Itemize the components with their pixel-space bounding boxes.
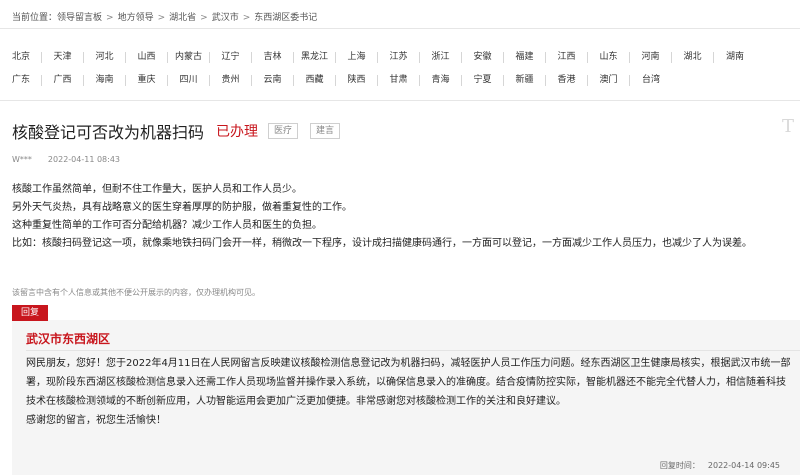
message-paragraph: 核酸工作虽然简单，但耐不住工作量大，医护人员和工作人员少。 <box>12 184 302 195</box>
reply-body: 网民朋友，您好！您于2022年4月11日在人民网留言反映建议核酸检测信息登记改为… <box>26 354 791 430</box>
reply-divider <box>26 350 800 351</box>
region-link[interactable]: 河南 <box>630 52 672 63</box>
region-link[interactable]: 黑龙江 <box>294 52 336 63</box>
region-link[interactable]: 甘肃 <box>378 75 420 86</box>
region-link[interactable]: 贵州 <box>210 75 252 86</box>
status-badge: 已办理 <box>216 124 259 140</box>
breadcrumb-item-hubei[interactable]: 湖北省 <box>169 13 196 23</box>
section-divider <box>0 100 800 101</box>
region-link[interactable]: 云南 <box>252 75 294 86</box>
author-name: W*** <box>12 155 32 164</box>
region-link[interactable]: 江西 <box>546 52 588 63</box>
region-row-1: 北京 天津 河北 山西 内蒙古 辽宁 吉林 黑龙江 上海 江苏 浙江 安徽 福建… <box>12 46 800 69</box>
breadcrumb-item-wuhan[interactable]: 武汉市 <box>212 13 239 23</box>
message-paragraph: 这种重复性简单的工作可否分配给机器？减少工作人员和医生的负担。 <box>12 220 322 231</box>
corner-mark: T <box>781 116 794 137</box>
reply-organization: 武汉市东西湖区 <box>26 332 111 346</box>
message-header: 核酸登记可否改为机器扫码 已办理 医疗 建言 <box>12 119 341 143</box>
message-meta: W*** 2022-04-11 08:43 <box>12 155 120 164</box>
page-title: 核酸登记可否改为机器扫码 <box>12 123 205 142</box>
region-link[interactable]: 青海 <box>420 75 462 86</box>
region-link[interactable]: 香港 <box>546 75 588 86</box>
breadcrumb-item-leader-board[interactable]: 领导留言板 <box>57 13 102 23</box>
message-date: 2022-04-11 08:43 <box>47 155 121 164</box>
header-divider <box>0 28 800 29</box>
region-link[interactable]: 重庆 <box>126 75 168 86</box>
region-link[interactable]: 湖北 <box>672 52 714 63</box>
region-link[interactable]: 山西 <box>126 52 168 63</box>
breadcrumb-separator: > <box>200 13 208 23</box>
region-link[interactable]: 上海 <box>336 52 378 63</box>
privacy-note: 该留言中含有个人信息或其他不便公开展示的内容，仅办理机构可见。 <box>12 288 260 297</box>
region-link[interactable]: 安徽 <box>462 52 504 63</box>
message-paragraph: 比如：核酸扫码登记这一项，就像乘地铁扫码门会开一样，稍微改一下程序，设计成扫描健… <box>12 238 752 249</box>
region-link[interactable]: 福建 <box>504 52 546 63</box>
tag-suggestion[interactable]: 建言 <box>310 123 341 139</box>
region-link[interactable]: 吉林 <box>252 52 294 63</box>
region-link[interactable]: 河北 <box>84 52 126 63</box>
region-link[interactable]: 陕西 <box>336 75 378 86</box>
reply-timestamp: 回复时间： 2022-04-14 09:45 <box>660 460 780 471</box>
reply-paragraph: 网民朋友，您好！您于2022年4月11日在人民网留言反映建议核酸检测信息登记改为… <box>26 358 791 407</box>
region-link[interactable]: 湖南 <box>714 52 756 63</box>
tag-medical[interactable]: 医疗 <box>268 123 299 139</box>
breadcrumb-separator: > <box>242 13 251 23</box>
region-link[interactable]: 四川 <box>168 75 210 86</box>
breadcrumb-separator: > <box>106 13 114 23</box>
region-link[interactable]: 澳门 <box>588 75 630 86</box>
breadcrumb-item-dongxihu-secretary[interactable]: 东西湖区委书记 <box>254 13 317 23</box>
region-link[interactable]: 江苏 <box>378 52 420 63</box>
region-link[interactable]: 北京 <box>12 52 42 63</box>
reply-time-label: 回复时间： <box>659 461 700 470</box>
region-row-2: 广东 广西 海南 重庆 四川 贵州 云南 西藏 陕西 甘肃 青海 宁夏 新疆 香… <box>12 69 800 92</box>
region-link[interactable]: 海南 <box>84 75 126 86</box>
breadcrumb-prefix: 当前位置： <box>12 13 58 23</box>
message-body: 核酸工作虽然简单，但耐不住工作量大，医护人员和工作人员少。 另外天气炎热，具有战… <box>12 181 792 253</box>
reply-panel: 武汉市东西湖区 网民朋友，您好！您于2022年4月11日在人民网留言反映建议核酸… <box>12 320 800 475</box>
region-link[interactable]: 山东 <box>588 52 630 63</box>
breadcrumb: 当前位置：领导留言板 > 地方领导 > 湖北省 > 武汉市 > 东西湖区委书记 <box>12 10 317 23</box>
region-link[interactable]: 广西 <box>42 75 84 86</box>
reply-label: 回复 <box>12 305 49 321</box>
region-link[interactable]: 新疆 <box>504 75 546 86</box>
region-link[interactable]: 台湾 <box>630 75 672 86</box>
region-link[interactable]: 辽宁 <box>210 52 252 63</box>
region-link[interactable]: 宁夏 <box>462 75 504 86</box>
breadcrumb-separator: > <box>157 13 166 23</box>
region-link[interactable]: 广东 <box>12 75 42 86</box>
reply-time-value: 2022-04-14 09:45 <box>707 461 780 470</box>
region-nav: 北京 天津 河北 山西 内蒙古 辽宁 吉林 黑龙江 上海 江苏 浙江 安徽 福建… <box>12 46 800 92</box>
message-paragraph: 另外天气炎热，具有战略意义的医生穿着厚厚的防护服，做着重复性的工作。 <box>12 202 352 213</box>
region-link[interactable]: 内蒙古 <box>168 52 210 63</box>
region-link[interactable]: 西藏 <box>294 75 336 86</box>
region-link[interactable]: 浙江 <box>420 52 462 63</box>
reply-closing: 感谢您的留言，祝您生活愉快！ <box>26 415 166 426</box>
region-link[interactable]: 天津 <box>42 52 84 63</box>
breadcrumb-item-local-leaders[interactable]: 地方领导 <box>118 13 154 23</box>
